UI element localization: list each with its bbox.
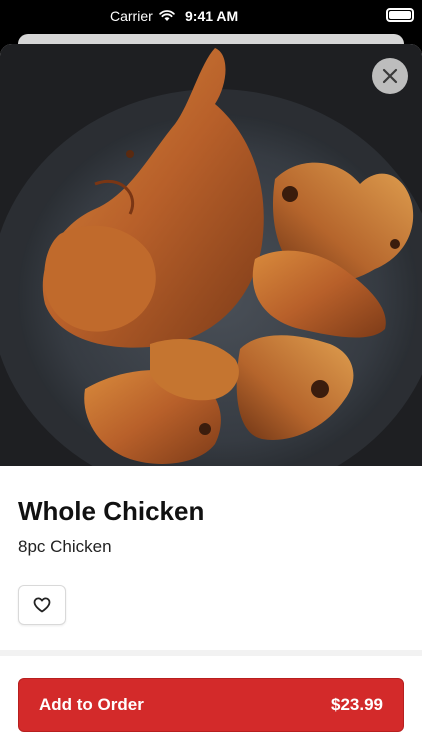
item-description: 8pc Chicken xyxy=(18,537,112,556)
add-to-order-label: Add to Order xyxy=(39,695,144,714)
item-detail-sheet: Whole Chicken 8pc Chicken Add to Order $… xyxy=(0,44,422,750)
close-button[interactable] xyxy=(372,58,408,94)
carrier-label: Carrier xyxy=(110,8,153,24)
add-to-order-button[interactable]: Add to Order $23.99 xyxy=(18,678,404,732)
wifi-icon xyxy=(159,10,175,22)
screen: Carrier 9:41 AM Whole Chicken 8pc Chicke… xyxy=(0,0,422,750)
carrier-group: Carrier xyxy=(110,8,175,24)
favorite-button[interactable] xyxy=(18,585,66,625)
section-divider xyxy=(0,650,422,656)
close-icon xyxy=(382,68,398,84)
price-label: $23.99 xyxy=(331,695,383,714)
item-image xyxy=(0,44,422,466)
clock: 9:41 AM xyxy=(185,8,239,24)
battery-icon xyxy=(386,8,414,22)
heart-icon xyxy=(33,597,51,613)
item-title: Whole Chicken xyxy=(18,496,205,526)
status-bar: Carrier 9:41 AM xyxy=(0,0,422,34)
